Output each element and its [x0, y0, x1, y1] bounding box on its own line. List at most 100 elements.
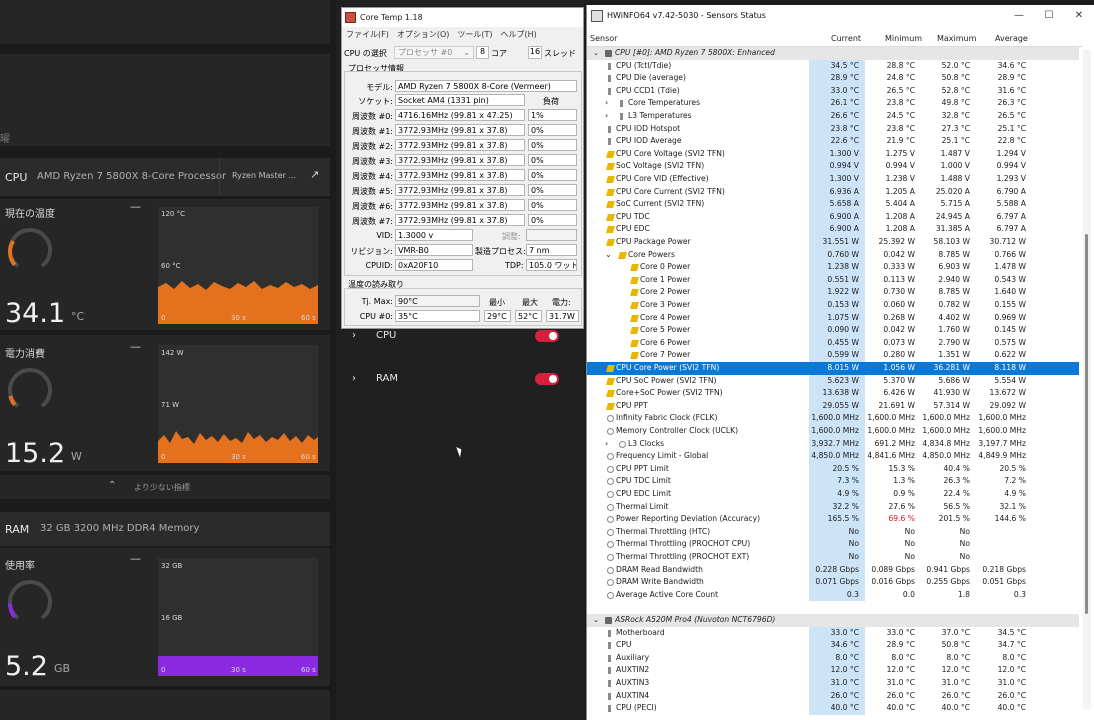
sensor-row[interactable]: CPU CCD1 (Tdie) 33.0 °C 26.5 °C 52.8 °C 31.6…	[587, 84, 1079, 98]
col-minimum[interactable]: Minimum	[885, 32, 922, 46]
collapse-icon[interactable]: —	[130, 552, 141, 565]
sensor-name: Thermal Throttling (HTC)	[616, 526, 711, 536]
sensor-row[interactable]: CPU TDC 6.900 A 1.208 A 24.945 A 6.797 A	[587, 210, 1079, 224]
fewer-metrics-button[interactable]: ⌃ より少ない指標	[0, 475, 330, 499]
chevron-right-icon[interactable]: ›	[605, 97, 608, 110]
collapse-arrow-icon[interactable]: ⌄	[593, 614, 599, 627]
menu-help[interactable]: ヘルプ(H)	[501, 29, 537, 40]
processor-select[interactable]: プロセッサ #0 ⌄	[394, 46, 474, 59]
sensor-row[interactable]: Core 1 Power 0.551 W 0.113 W 2.940 W 0.543 W	[587, 273, 1079, 287]
sensor-row[interactable]: Thermal Limit 32.2 % 27.6 % 56.5 % 32.1 %	[587, 500, 1079, 514]
sensor-current: 5.658 A	[829, 199, 859, 209]
sensor-row[interactable]: › L3 Clocks 3,932.7 MHz 691.2 MHz 4,834.8 MH…	[587, 437, 1079, 451]
sensor-minimum: 28.8 °C	[886, 60, 915, 70]
sensor-row[interactable]: › Core Temperatures 26.1 °C 23.8 °C 49.8 °C 2…	[587, 97, 1079, 110]
sensor-row[interactable]: CPU TDC Limit 7.3 % 1.3 % 26.3 % 7.2 %	[587, 475, 1079, 488]
sensor-row[interactable]: CPU EDC 6.900 A 1.208 A 31.385 A 6.797 A	[587, 223, 1079, 236]
sensor-row[interactable]: CPU PPT Limit 20.5 % 15.3 % 40.4 % 20.5 %	[587, 462, 1079, 476]
sensor-row[interactable]: AUXTIN3 31.0 °C 31.0 °C 31.0 °C 31.0 °C	[587, 677, 1079, 690]
sensor-row[interactable]: Frequency Limit - Global 4,850.0 MHz 4,841…	[587, 450, 1079, 463]
chevron-right-icon[interactable]: ›	[605, 110, 608, 123]
sensor-row[interactable]: CPU EDC Limit 4.9 % 0.9 % 22.4 % 4.9 %	[587, 488, 1079, 501]
sensor-row[interactable]: CPU (PECI) 40.0 °C 40.0 °C 40.0 °C 40.0 °C	[587, 702, 1079, 715]
sensor-row[interactable]: Core 5 Power 0.090 W 0.042 W 1.760 W 0.145 W	[587, 324, 1079, 337]
sensor-current: 13.638 W	[822, 388, 860, 398]
menu-tools[interactable]: ツール(T)	[457, 29, 492, 40]
sensor-row[interactable]: Thermal Throttling (PROCHOT CPU) No No No	[587, 538, 1079, 551]
close-icon[interactable]: ✕	[1064, 5, 1094, 27]
sensor-row[interactable]: Auxiliary 8.0 °C 8.0 °C 8.0 °C 8.0 °C	[587, 651, 1079, 665]
chevron-down-icon[interactable]: ⌄	[605, 249, 612, 262]
cpu-title: CPU	[5, 171, 28, 184]
sensor-row[interactable]: Thermal Throttling (PROCHOT EXT) No No No	[587, 551, 1079, 564]
sensor-average: 4.9 %	[1004, 489, 1026, 498]
sensor-minimum: 0.042 W	[883, 249, 915, 259]
sensor-row[interactable]: CPU 34.6 °C 28.9 °C 50.8 °C 34.7 °C	[587, 639, 1079, 652]
sensor-row[interactable]: CPU IOD Hotspot 23.8 °C 23.8 °C 27.3 °C 25.1…	[587, 122, 1079, 136]
sensor-row[interactable]: CPU IOD Average 22.6 °C 21.9 °C 25.1 °C 22.8…	[587, 135, 1079, 148]
hwinfo-titlebar[interactable]: HWiNFO64 v7.42-5030 - Sensors Status — ☐…	[587, 5, 1094, 27]
sensor-row[interactable]: Infinity Fabric Clock (FCLK) 1,600.0 MHz 1…	[587, 412, 1079, 425]
col-current[interactable]: Current	[831, 32, 861, 46]
sensor-row[interactable]: CPU Core VID (Effective) 1.300 V 1.238 V 1.…	[587, 173, 1079, 186]
sensor-row[interactable]: DRAM Read Bandwidth 0.228 Gbps 0.089 Gbps 0…	[587, 563, 1079, 577]
maximize-icon[interactable]: ☐	[1034, 5, 1064, 27]
sensor-row[interactable]: CPU (Tctl/Tdie) 34.5 °C 28.8 °C 52.0 °C 34.6…	[587, 59, 1079, 73]
sensor-minimum: 4,841.6 MHz	[867, 451, 915, 461]
sensor-row[interactable]: Memory Controller Clock (UCLK) 1,600.0 MH…	[587, 425, 1079, 438]
sensor-row[interactable]: Core 7 Power 0.599 W 0.280 W 1.351 W 0.622 W	[587, 349, 1079, 362]
chevron-right-icon[interactable]: ›	[605, 438, 608, 451]
sensor-row[interactable]: ⌄ Core Powers 0.760 W 0.042 W 8.785 W 0.766 W	[587, 248, 1079, 262]
sensor-row[interactable]: Average Active Core Count 0.3 0.0 1.8 0.3	[587, 588, 1079, 602]
sensor-row[interactable]: SoC Current (SVI2 TFN) 5.658 A 5.404 A 5.71…	[587, 198, 1079, 211]
tdp-label: TDP:	[505, 261, 524, 270]
menu-file[interactable]: ファイル(F)	[346, 29, 389, 40]
sensor-row[interactable]: › L3 Temperatures 26.6 °C 24.5 °C 32.8 °C 26.…	[587, 110, 1079, 123]
sensor-row[interactable]: Core 6 Power 0.455 W 0.073 W 2.790 W 0.575 W	[587, 336, 1079, 350]
sensor-row[interactable]: CPU Core Power (SVI2 TFN) 8.015 W 1.056 W 3…	[587, 362, 1079, 375]
sensor-row[interactable]: SoC Voltage (SVI2 TFN) 0.994 V 0.994 V 1.00…	[587, 160, 1079, 173]
sensor-list-scrollbar[interactable]	[1083, 49, 1091, 709]
collapse-icon[interactable]: —	[130, 340, 141, 353]
sensor-row[interactable]: Core 4 Power 1.075 W 0.268 W 4.402 W 0.969 W	[587, 311, 1079, 325]
menu-options[interactable]: オプション(O)	[397, 29, 450, 40]
chevron-right-icon[interactable]: ›	[352, 373, 356, 384]
minimize-icon[interactable]: —	[1004, 5, 1034, 27]
sensor-row[interactable]: Power Reporting Deviation (Accuracy) 165.…	[587, 513, 1079, 526]
sensor-row[interactable]: CPU PPT 29.055 W 21.691 W 57.314 W 29.092 W	[587, 399, 1079, 413]
sensor-row[interactable]: AUXTIN4 26.0 °C 26.0 °C 26.0 °C 26.0 °C	[587, 689, 1079, 703]
col-maximum[interactable]: Maximum	[937, 32, 976, 46]
sensor-row[interactable]: Core 2 Power 1.922 W 0.730 W 8.785 W 1.640 W	[587, 286, 1079, 299]
col-average[interactable]: Average	[995, 32, 1028, 46]
sensor-row[interactable]: DRAM Write Bandwidth 0.071 Gbps 0.016 Gbps…	[587, 576, 1079, 589]
col-sensor[interactable]: Sensor	[590, 32, 617, 46]
sensor-row[interactable]: Core 3 Power 0.153 W 0.060 W 0.782 W 0.155 W	[587, 299, 1079, 312]
sensor-row[interactable]: CPU Core Current (SVI2 TFN) 6.936 A 1.205 …	[587, 185, 1079, 199]
sensor-row[interactable]: CPU Package Power 31.551 W 25.392 W 58.103 …	[587, 236, 1079, 249]
sensor-row[interactable]: Core 0 Power 1.238 W 0.333 W 6.903 W 1.478 W	[587, 261, 1079, 274]
mid-row-ram[interactable]: RAM	[376, 373, 398, 384]
chevron-right-icon[interactable]: ›	[352, 330, 356, 341]
ryzen-master-button[interactable]: Ryzen Master ... ↗	[219, 158, 329, 196]
sensor-name: CPU Die (average)	[616, 73, 686, 83]
cpu0-label: CPU #0:	[359, 312, 393, 321]
sensor-name: Core Temperatures	[628, 98, 701, 108]
sensor-row[interactable]: Motherboard 33.0 °C 33.0 °C 37.0 °C 34.5 °C	[587, 626, 1079, 640]
sensor-row[interactable]: CPU SoC Power (SVI2 TFN) 5.623 W 5.370 W 5.…	[587, 374, 1079, 388]
collapse-arrow-icon[interactable]: ⌄	[593, 47, 599, 60]
socket-row: ソケット: Socket AM4 (1331 pin) 負荷	[342, 94, 585, 107]
sensor-current: 33.0 °C	[830, 627, 859, 637]
sensor-row[interactable]: CPU Die (average) 28.9 °C 24.8 °C 50.8 °C 28…	[587, 72, 1079, 85]
sensor-group-row[interactable]: ⌄ ASRock A520M Pro4 (Nuvoton NCT6796D)	[587, 614, 1079, 627]
cpu-toggle[interactable]	[535, 330, 559, 342]
sensor-row[interactable]: Core+SoC Power (SVI2 TFN) 13.638 W 6.426 W…	[587, 387, 1079, 400]
sensor-current: 3,932.7 MHz	[811, 438, 859, 448]
sensor-row[interactable]: CPU Core Voltage (SVI2 TFN) 1.300 V 1.275 …	[587, 147, 1079, 161]
collapse-icon[interactable]: —	[130, 200, 141, 213]
sensor-row[interactable]: Thermal Throttling (HTC) No No No	[587, 525, 1079, 539]
sensor-group-row[interactable]: ⌄ CPU [#0]: AMD Ryzen 7 5800X: Enhanced	[587, 47, 1079, 60]
coretemp-titlebar[interactable]: Core Temp 1.18	[342, 8, 583, 27]
ram-toggle[interactable]	[535, 373, 559, 385]
mid-row-cpu[interactable]: CPU	[376, 330, 396, 341]
sensor-row[interactable]: AUXTIN2 12.0 °C 12.0 °C 12.0 °C 12.0 °C	[587, 664, 1079, 677]
